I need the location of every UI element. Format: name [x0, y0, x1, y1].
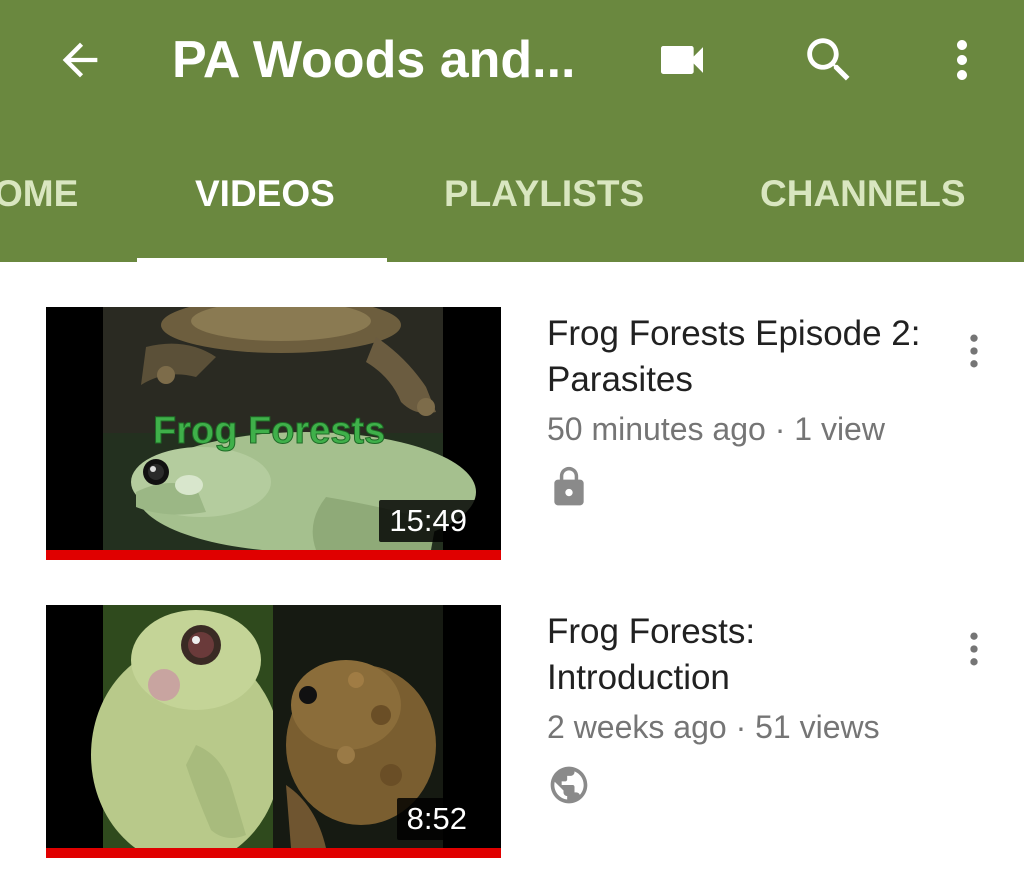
- tab-videos[interactable]: VIDEOS: [195, 124, 335, 262]
- lock-icon: [554, 466, 584, 506]
- video-title[interactable]: Frog Forests Episode 2: Parasites: [547, 311, 937, 403]
- privacy-status: [547, 763, 591, 807]
- video-thumbnail[interactable]: 8:52: [46, 605, 501, 858]
- arrow-back-icon: [62, 42, 98, 78]
- tab-channels[interactable]: CHANNELS: [760, 124, 966, 262]
- channel-title: PA Woods and...: [172, 31, 576, 89]
- duration-badge: 15:49: [379, 500, 477, 542]
- video-list-item[interactable]: 8:52 Frog Forests: Introduction 2 weeks …: [0, 605, 1024, 865]
- back-button[interactable]: [48, 28, 112, 92]
- watch-progress-bar: [46, 550, 501, 560]
- globe-icon: [550, 766, 588, 804]
- toolbar: PA Woods and...: [0, 0, 1024, 124]
- video-list-item[interactable]: Frog Forests 15:49 Frog Forests Episode …: [0, 307, 1024, 567]
- video-camera-icon: [661, 46, 703, 74]
- search-icon: [807, 38, 850, 81]
- video-meta: 2 weeks ago · 51 views: [547, 709, 880, 745]
- more-vert-icon: [970, 632, 978, 666]
- more-options-button[interactable]: [930, 28, 994, 92]
- video-menu-button[interactable]: [950, 621, 998, 677]
- video-title[interactable]: Frog Forests: Introduction: [547, 609, 937, 701]
- upload-video-button[interactable]: [650, 28, 714, 92]
- tab-playlists[interactable]: PLAYLISTS: [444, 124, 644, 262]
- privacy-status: [547, 465, 591, 509]
- app-bar: PA Woods and... OME VIDEOS PLAYLISTS CHA…: [0, 0, 1024, 262]
- duration-badge: 8:52: [396, 798, 477, 840]
- more-vert-icon: [957, 40, 967, 80]
- video-menu-button[interactable]: [950, 323, 998, 379]
- active-tab-indicator: [137, 258, 387, 262]
- watch-progress-bar: [46, 848, 501, 858]
- video-thumbnail[interactable]: Frog Forests 15:49: [46, 307, 501, 560]
- search-button[interactable]: [797, 28, 861, 92]
- more-vert-icon: [970, 334, 978, 368]
- thumbnail-title-text: Frog Forests: [153, 410, 385, 452]
- tab-home[interactable]: OME: [0, 124, 78, 262]
- channel-tabs: OME VIDEOS PLAYLISTS CHANNELS: [0, 124, 1024, 262]
- video-meta: 50 minutes ago · 1 view: [547, 411, 885, 447]
